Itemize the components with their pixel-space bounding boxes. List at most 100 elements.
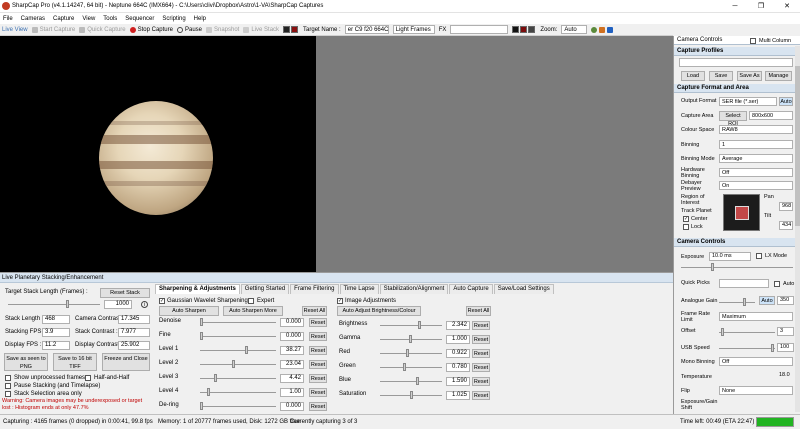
select-roi-button[interactable]: Select ROI	[719, 111, 747, 127]
live-view-button[interactable]: Live View	[2, 27, 28, 33]
pan-input[interactable]: 968	[779, 202, 793, 211]
sharpen-slider[interactable]	[200, 332, 276, 340]
auto-sharpen-more-button[interactable]: Auto Sharpen More	[223, 306, 283, 316]
sharpen-slider-thumb[interactable]	[200, 332, 203, 340]
exposure-input[interactable]: 10.0 ms	[709, 252, 751, 261]
sharpen-reset-button[interactable]: Reset	[309, 332, 327, 341]
hardware-binning-select[interactable]: Off	[719, 168, 793, 177]
sharpen-slider[interactable]	[200, 402, 276, 410]
adjust-slider-thumb[interactable]	[410, 391, 413, 399]
adjust-reset-button[interactable]: Reset	[472, 377, 490, 386]
maximize-icon[interactable]: ❐	[748, 0, 774, 13]
usb-speed-thumb[interactable]	[771, 344, 774, 352]
flip-select[interactable]: None	[719, 386, 793, 395]
tab-stabilization[interactable]: Stabilization/Alignment	[379, 284, 449, 294]
quick-picks-select[interactable]	[719, 279, 769, 288]
adjust-slider[interactable]	[380, 349, 442, 357]
adjust-slider[interactable]	[380, 321, 442, 329]
colour-space-select[interactable]: RAW8	[719, 125, 793, 134]
start-capture-button[interactable]: Start Capture	[31, 26, 75, 33]
adjust-slider[interactable]	[380, 363, 442, 371]
auto-sharpen-button[interactable]: Auto Sharpen	[159, 306, 219, 316]
auto-adjust-button[interactable]: Auto Adjust Brightness/Colour	[337, 306, 421, 316]
menu-sequencer[interactable]: Sequencer	[125, 16, 154, 22]
color-swatch-icon[interactable]	[291, 26, 299, 33]
sharpen-slider[interactable]	[200, 346, 276, 354]
frame-rate-limit-select[interactable]: Maximum	[719, 312, 793, 321]
menu-capture[interactable]: Capture	[53, 16, 74, 22]
sharpen-reset-button[interactable]: Reset	[309, 388, 327, 397]
live-stack-button[interactable]: Live Stack	[243, 26, 279, 33]
analogue-gain-input[interactable]: 350	[777, 296, 794, 305]
panel-scrollbar-thumb[interactable]	[795, 66, 800, 226]
sharpen-slider-thumb[interactable]	[245, 346, 248, 354]
adjust-slider-thumb[interactable]	[406, 349, 409, 357]
sharpen-reset-all-button[interactable]: Reset All	[302, 306, 327, 316]
frame-type-select[interactable]: Light Frames	[392, 25, 435, 34]
tab-getting-started[interactable]: Getting Started	[240, 284, 290, 294]
show-unprocessed-checkbox[interactable]	[5, 375, 11, 381]
target-length-input[interactable]: 1000	[104, 300, 132, 309]
adjust-reset-button[interactable]: Reset	[472, 321, 490, 330]
tab-auto-capture[interactable]: Auto Capture	[449, 284, 493, 294]
adjust-slider-thumb[interactable]	[409, 335, 412, 343]
save-profile-button[interactable]: Save	[709, 71, 733, 81]
output-format-select[interactable]: SER file (*.ser)	[719, 97, 777, 106]
binning-mode-select[interactable]: Average	[719, 154, 793, 163]
snapshot-button[interactable]: Snapshot	[206, 26, 239, 33]
sharpen-value-input[interactable]: 23.04	[280, 360, 304, 369]
analogue-gain-thumb[interactable]	[743, 298, 746, 306]
image-adjustments-checkbox[interactable]: ✓	[337, 298, 343, 304]
quick-capture-button[interactable]: Quick Capture	[79, 26, 126, 33]
adjust-value-input[interactable]: 1.025	[446, 391, 470, 400]
adjust-slider-thumb[interactable]	[403, 363, 406, 371]
sharpen-reset-button[interactable]: Reset	[309, 402, 327, 411]
exposure-auto-checkbox[interactable]	[774, 281, 780, 287]
pause-button[interactable]: Pause	[176, 26, 202, 33]
fx-select[interactable]	[450, 25, 509, 34]
sharpen-slider[interactable]	[200, 374, 276, 382]
adjust-slider[interactable]	[380, 335, 442, 343]
mono-binning-select[interactable]: Off	[719, 357, 793, 366]
roi-preview[interactable]	[723, 194, 760, 231]
usb-speed-input[interactable]: 100	[777, 343, 794, 352]
red-swatch-icon[interactable]	[520, 26, 528, 33]
adjust-reset-all-button[interactable]: Reset All	[466, 306, 491, 316]
sharpen-reset-button[interactable]: Reset	[309, 374, 327, 383]
gaussian-sharpening-checkbox[interactable]: ✓	[159, 298, 165, 304]
sharpen-reset-button[interactable]: Reset	[309, 346, 327, 355]
sharpen-value-input[interactable]: 4.42	[280, 374, 304, 383]
close-icon[interactable]: ✕	[774, 0, 800, 13]
freeze-close-button[interactable]: Freeze and Close	[102, 353, 150, 371]
adjust-slider-thumb[interactable]	[418, 321, 421, 329]
multi-column-checkbox[interactable]	[750, 38, 756, 44]
sharpen-slider-thumb[interactable]	[232, 360, 235, 368]
offset-slider[interactable]	[719, 328, 775, 336]
tab-frame-filtering[interactable]: Frame Filtering	[290, 284, 339, 294]
target-name-input[interactable]: er C9 f20 664C	[344, 25, 389, 34]
sharpen-slider[interactable]	[200, 318, 276, 326]
menu-file[interactable]: File	[3, 16, 13, 22]
adjust-value-input[interactable]: 2.342	[446, 321, 470, 330]
adjust-value-input[interactable]: 0.922	[446, 349, 470, 358]
offset-input[interactable]: 3	[777, 327, 794, 336]
exposure-slider[interactable]	[681, 263, 793, 271]
sharpen-slider-thumb[interactable]	[200, 402, 203, 410]
manage-profiles-button[interactable]: Manage	[765, 71, 792, 81]
lx-mode-checkbox[interactable]	[756, 253, 762, 259]
sharpen-slider[interactable]	[200, 388, 276, 396]
exposure-slider-thumb[interactable]	[711, 263, 714, 271]
adjust-slider-thumb[interactable]	[416, 377, 419, 385]
binning-select[interactable]: 1	[719, 140, 793, 149]
save-tiff-button[interactable]: Save to 16 bit TIFF	[53, 353, 97, 371]
adjust-reset-button[interactable]: Reset	[472, 391, 490, 400]
adjust-reset-button[interactable]: Reset	[472, 335, 490, 344]
menu-tools[interactable]: Tools	[103, 16, 117, 22]
load-profile-button[interactable]: Load	[681, 71, 705, 81]
tab-save-load[interactable]: Save/Load Settings	[493, 284, 554, 294]
center-checkbox[interactable]: ✓	[683, 216, 689, 222]
sharpen-value-input[interactable]: 0.000	[280, 402, 304, 411]
sharpen-slider-thumb[interactable]	[207, 388, 210, 396]
tab-time-lapse[interactable]: Time Lapse	[339, 284, 379, 294]
info-icon[interactable]: i	[141, 301, 148, 308]
